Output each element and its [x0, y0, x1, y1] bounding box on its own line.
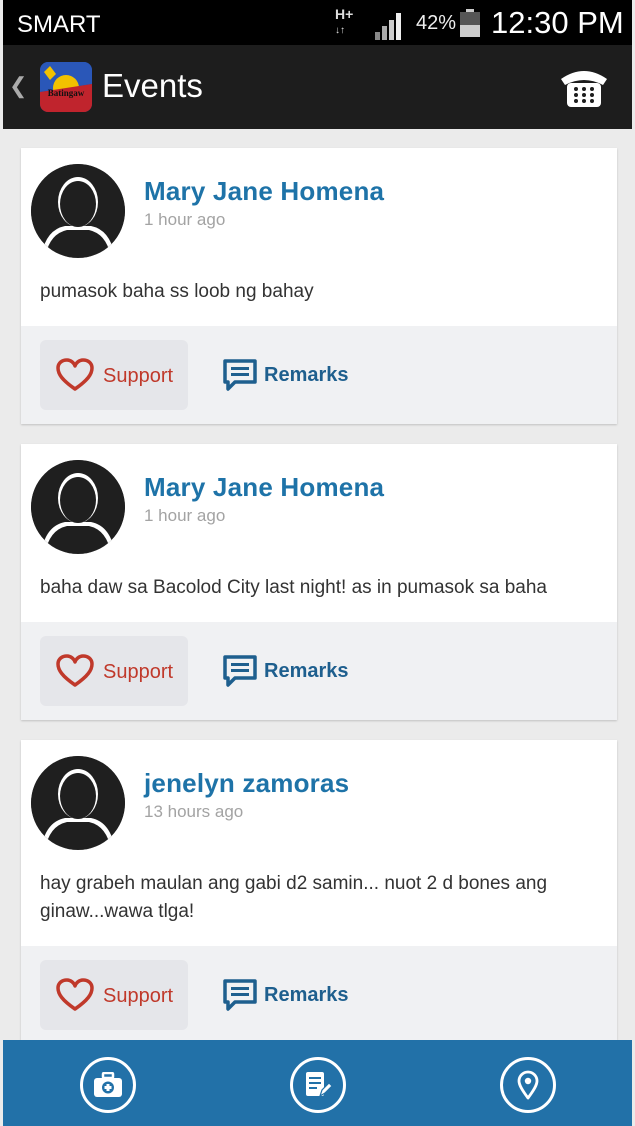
- post-author[interactable]: jenelyn zamoras: [144, 768, 349, 799]
- battery-percent: 42%: [416, 12, 457, 34]
- avatar[interactable]: [31, 460, 125, 554]
- status-bar: SMART H+ ↓↑ 42% 12:30 PM: [3, 0, 632, 45]
- heart-icon: [56, 978, 94, 1011]
- support-button[interactable]: Support: [40, 340, 188, 410]
- nav-report-button[interactable]: [290, 1057, 346, 1113]
- post-text: baha daw sa Bacolod City last night! as …: [40, 577, 547, 598]
- back-chevron-icon[interactable]: ❮: [9, 73, 27, 99]
- heart-icon: [56, 358, 94, 391]
- comment-icon: [223, 979, 257, 1011]
- avatar[interactable]: [31, 756, 125, 850]
- post-actions: Support Remarks: [21, 326, 617, 424]
- support-label: Support: [103, 365, 174, 387]
- first-aid-kit-icon: [94, 1072, 122, 1097]
- network-type-icon: H+ ↓↑: [335, 6, 354, 36]
- carrier-name: SMART: [17, 11, 101, 38]
- battery-icon: [460, 9, 480, 37]
- remarks-button[interactable]: Remarks: [223, 340, 363, 410]
- post-time: 1 hour ago: [144, 210, 226, 229]
- signal-strength-icon: [375, 13, 401, 40]
- default-user-icon: [31, 164, 125, 258]
- heart-icon: [56, 654, 94, 687]
- event-card: Mary Jane Homena 1 hour ago baha daw sa …: [21, 444, 617, 720]
- post-time: 1 hour ago: [144, 506, 226, 525]
- post-time: 13 hours ago: [144, 802, 244, 821]
- page-title: Events: [102, 67, 203, 104]
- default-user-icon: [31, 460, 125, 554]
- support-label: Support: [103, 661, 174, 683]
- nav-first-aid-button[interactable]: [80, 1057, 136, 1113]
- report-edit-icon: [306, 1072, 332, 1098]
- app-bar: ❮ Batingaw Events: [3, 45, 632, 129]
- event-card: jenelyn zamoras 13 hours ago hay grabeh …: [21, 740, 617, 1040]
- comment-icon: [223, 359, 257, 391]
- remarks-label: Remarks: [264, 984, 349, 1006]
- remarks-label: Remarks: [264, 660, 349, 682]
- bottom-nav: [3, 1040, 632, 1126]
- post-text: hay grabeh maulan ang gabi d2 samin... n…: [40, 873, 548, 922]
- remarks-button[interactable]: Remarks: [223, 636, 363, 706]
- app-logo[interactable]: Batingaw: [40, 62, 92, 112]
- location-pin-icon: [517, 1070, 539, 1100]
- post-author[interactable]: Mary Jane Homena: [144, 176, 384, 207]
- support-label: Support: [103, 985, 174, 1007]
- comment-icon: [223, 655, 257, 687]
- network-type: H+: [335, 6, 354, 22]
- default-user-icon: [31, 756, 125, 850]
- event-card: Mary Jane Homena 1 hour ago pumasok baha…: [21, 148, 617, 424]
- support-button[interactable]: Support: [40, 960, 188, 1030]
- post-actions: Support Remarks: [21, 622, 617, 720]
- clock: 12:30 PM: [491, 5, 624, 40]
- post-text: pumasok baha ss loob ng bahay: [40, 281, 314, 302]
- svg-text:Batingaw: Batingaw: [48, 88, 85, 98]
- remarks-button[interactable]: Remarks: [223, 960, 363, 1030]
- post-actions: Support Remarks: [21, 946, 617, 1040]
- nav-location-button[interactable]: [500, 1057, 556, 1113]
- remarks-label: Remarks: [264, 364, 349, 386]
- post-author[interactable]: Mary Jane Homena: [144, 472, 384, 503]
- emergency-call-icon[interactable]: [557, 65, 611, 109]
- avatar[interactable]: [31, 164, 125, 258]
- bell-logo-icon: Batingaw: [40, 62, 92, 112]
- support-button[interactable]: Support: [40, 636, 188, 706]
